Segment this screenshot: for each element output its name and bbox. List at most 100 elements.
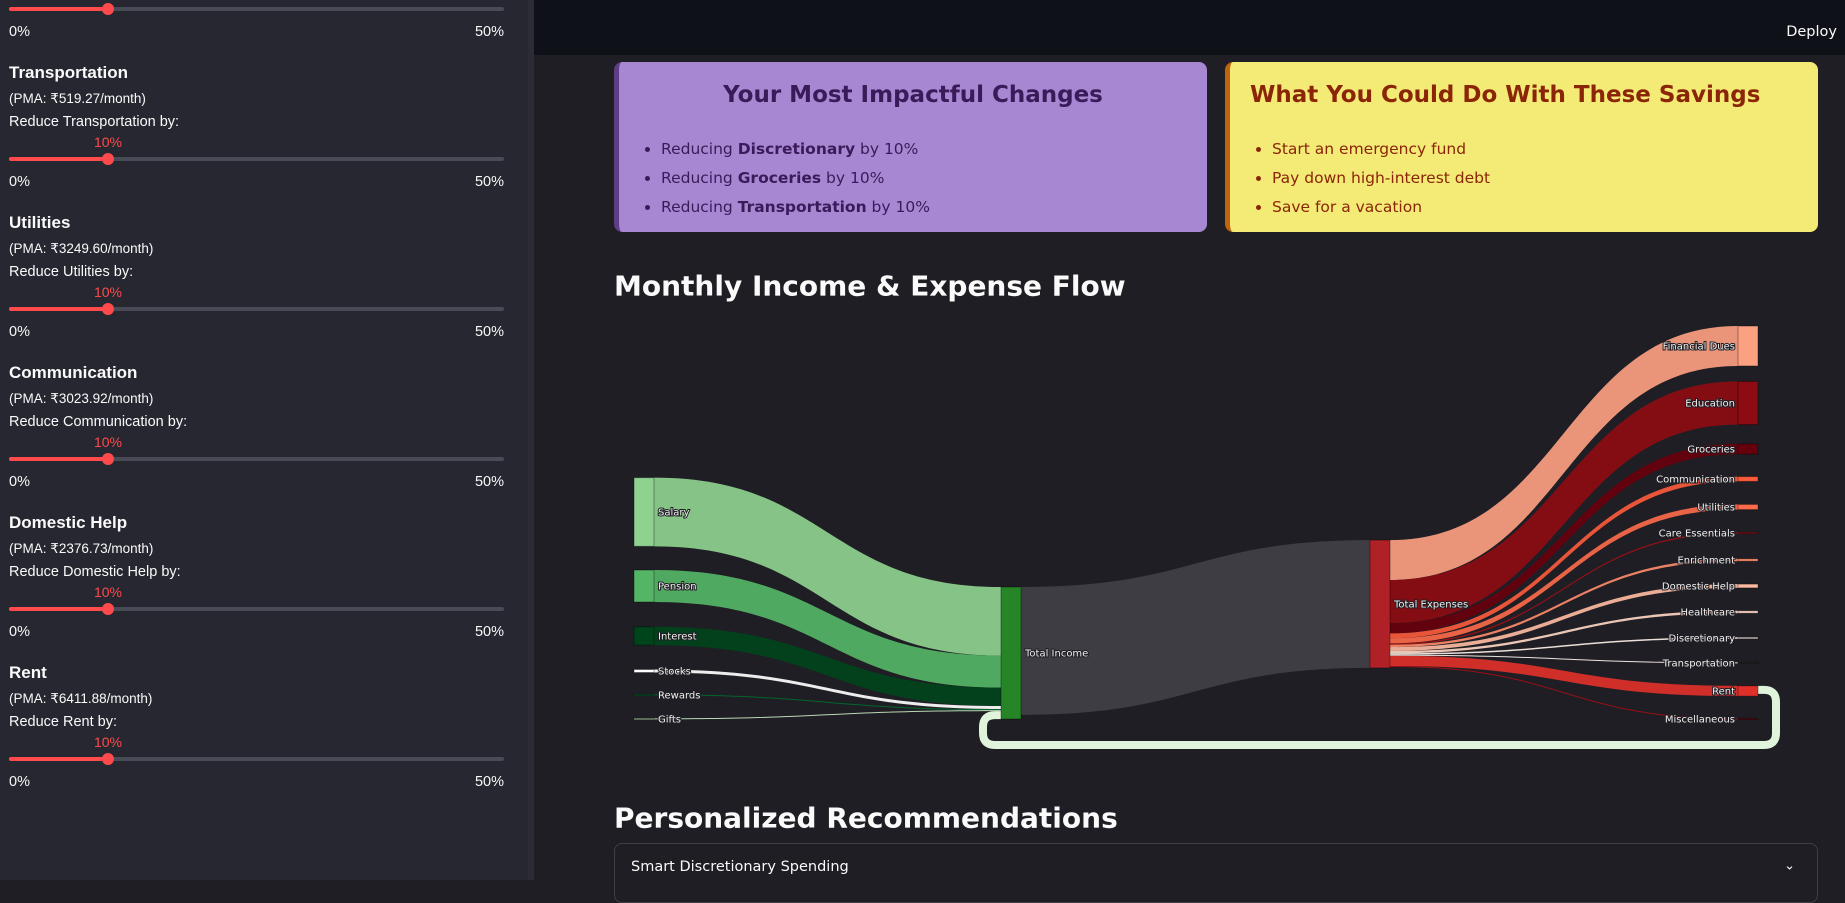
sankey-link-gifts-to-total-income[interactable]	[654, 710, 1001, 720]
sankey-link-total-expenses-to-domestic-help[interactable]	[1390, 584, 1738, 651]
savings-ideas-card: What You Could Do With These Savings Sta…	[1225, 62, 1818, 232]
sankey-link-total-expenses-to-miscellaneous[interactable]	[1390, 665, 1738, 720]
sankey-link-total-expenses-to-groceries[interactable]	[1390, 443, 1738, 634]
slider-value-label: 10%	[93, 434, 123, 450]
reduction-slider[interactable]	[9, 453, 504, 465]
sankey-node-interest[interactable]	[633, 626, 655, 646]
slider-value-label: 10%	[93, 134, 123, 150]
recommendation-expander[interactable]: Smart Discretionary Spending ⌄	[614, 843, 1818, 903]
sidebar-section-utilities: Utilities (PMA: ₹3249.60/month) Reduce Uti…	[0, 212, 534, 362]
sankey-link-total-expenses-to-utilities[interactable]	[1390, 504, 1738, 644]
savings-ideas-list: Start an emergency fund Pay down high-in…	[1248, 135, 1490, 222]
flow-section-title: Monthly Income & Expense Flow	[614, 269, 1126, 303]
sankey-link-interest-to-total-income[interactable]	[654, 626, 1001, 707]
pma-amount: (PMA: ₹519.27/month)	[9, 91, 146, 106]
reduction-slider[interactable]	[9, 153, 504, 165]
sankey-node-label: Financial Dues	[1663, 342, 1735, 353]
sankey-link-total-expenses-to-transportation[interactable]	[1390, 654, 1738, 664]
sankey-node-label: Communication	[1656, 475, 1735, 486]
expander-label: Smart Discretionary Spending	[631, 859, 849, 875]
sankey-node-care-essentials[interactable]	[1737, 531, 1759, 535]
pma-amount: (PMA: ₹6411.88/month)	[9, 691, 153, 706]
slider-fill	[9, 157, 108, 161]
sankey-link-salary-to-total-income[interactable]	[654, 477, 1001, 656]
slider-fill	[9, 757, 108, 761]
pma-amount: (PMA: ₹2376.73/month)	[9, 541, 154, 556]
sankey-node-rewards[interactable]	[633, 693, 655, 697]
sankey-link-rent-to-total-income[interactable]	[979, 685, 1780, 749]
section-title: Transportation	[9, 63, 129, 82]
impactful-changes-list: Reducing Discretionary by 10% Reducing G…	[637, 135, 930, 222]
sankey-node-healthcare[interactable]	[1737, 610, 1759, 614]
sankey-node-salary[interactable]	[633, 477, 655, 547]
sankey-node-label: Care Essentials	[1659, 529, 1735, 540]
sankey-node-rent[interactable]	[1737, 685, 1759, 697]
sankey-node-label: Miscellaneous	[1665, 715, 1735, 726]
sankey-node-label: Rent	[1712, 687, 1735, 698]
reduce-label: Reduce Utilities by:	[9, 264, 134, 280]
sankey-node-communication[interactable]	[1737, 476, 1759, 482]
sankey-node-label: Rewards	[658, 691, 700, 702]
sankey-node-label: Enrichment	[1677, 556, 1735, 567]
sankey-node-financial-dues[interactable]	[1737, 325, 1759, 367]
sankey-node-domestic-help[interactable]	[1737, 583, 1759, 589]
sankey-node-education[interactable]	[1737, 380, 1759, 426]
sidebar-partial-section: 0% 50%	[0, 0, 534, 62]
sankey-node-total-expenses[interactable]	[1369, 539, 1391, 669]
sankey-link-total-expenses-to-rent[interactable]	[1390, 655, 1738, 697]
slider-fill	[9, 607, 108, 611]
item-prefix: Reducing	[661, 140, 738, 158]
slider-min-label: 0%	[9, 624, 30, 640]
slider-thumb[interactable]	[102, 753, 114, 765]
sankey-node-transportation[interactable]	[1737, 661, 1759, 665]
slider-max-label: 50%	[474, 324, 504, 340]
sankey-node-pension[interactable]	[633, 569, 655, 603]
sankey-node-label: Stocks	[658, 667, 691, 678]
sankey-node-label: Healthcare	[1680, 608, 1735, 619]
sankey-node-label: Interest	[658, 632, 697, 643]
sankey-link-total-expenses-to-financial-dues[interactable]	[1390, 326, 1738, 581]
sankey-link-total-expenses-to-education[interactable]	[1390, 381, 1738, 624]
slider-thumb[interactable]	[102, 453, 114, 465]
slider-fill	[9, 7, 108, 11]
section-title: Rent	[9, 663, 47, 682]
slider-min-label: 0%	[9, 774, 30, 790]
sankey-node-stocks[interactable]	[633, 668, 655, 674]
reduce-label: Reduce Communication by:	[9, 414, 188, 430]
sankey-link-total-income-to-total-expenses[interactable]	[1021, 540, 1370, 715]
savings-ideas-title: What You Could Do With These Savings	[1250, 82, 1761, 108]
slider-thumb[interactable]	[102, 303, 114, 315]
slider-thumb[interactable]	[102, 603, 114, 615]
sankey-node-groceries[interactable]	[1737, 443, 1759, 455]
slider-thumb[interactable]	[102, 153, 114, 165]
sankey-link-total-expenses-to-healthcare[interactable]	[1390, 610, 1738, 654]
sankey-node-label: Education	[1685, 399, 1735, 410]
sankey-node-discretionary[interactable]	[1737, 636, 1759, 640]
reduction-slider[interactable]	[9, 603, 504, 615]
item-prefix: Reducing	[661, 198, 738, 216]
sankey-node-gifts[interactable]	[633, 717, 655, 721]
sankey-node-label: Transportation	[1662, 659, 1735, 670]
reduction-slider[interactable]	[9, 303, 504, 315]
sankey-link-stocks-to-total-income[interactable]	[654, 669, 1001, 710]
sankey-link-total-expenses-to-communication[interactable]	[1390, 476, 1738, 639]
reduction-slider[interactable]	[9, 3, 504, 15]
sankey-link-pension-to-total-income[interactable]	[654, 570, 1001, 688]
list-item: Reducing Groceries by 10%	[661, 164, 930, 193]
sankey-link-total-expenses-to-enrichment[interactable]	[1390, 558, 1738, 648]
sankey-node-label: Utilities	[1697, 503, 1735, 514]
sankey-link-rewards-to-total-income[interactable]	[654, 694, 1001, 711]
item-category: Transportation	[737, 198, 867, 216]
sankey-node-enrichment[interactable]	[1737, 558, 1759, 562]
sankey-node-utilities[interactable]	[1737, 503, 1759, 511]
sankey-link-total-expenses-to-discretionary[interactable]	[1390, 637, 1738, 655]
sankey-node-total-income[interactable]	[1000, 586, 1022, 720]
impactful-changes-card: Your Most Impactful Changes Reducing Dis…	[614, 62, 1207, 232]
sankey-link-total-expenses-to-care-essentials[interactable]	[1390, 532, 1738, 645]
deploy-button[interactable]: Deploy	[1786, 24, 1837, 40]
reduction-slider[interactable]	[9, 753, 504, 765]
slider-min-label: 0%	[9, 324, 30, 340]
sankey-node-miscellaneous[interactable]	[1737, 717, 1759, 721]
slider-thumb[interactable]	[102, 3, 114, 15]
sankey-node-label: Discretionary	[1668, 634, 1735, 645]
